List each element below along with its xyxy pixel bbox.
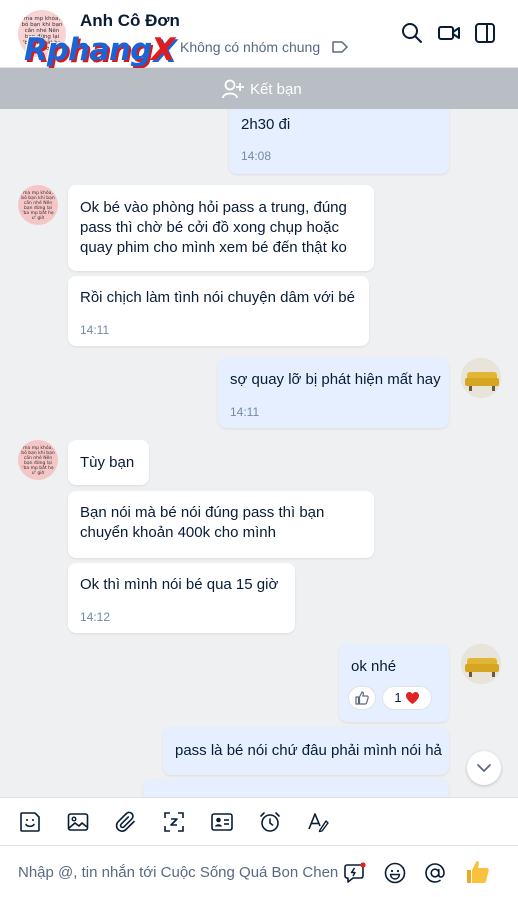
- message-text: 2h30 đi: [241, 116, 291, 133]
- avatar-text: ma mp khóa, bỏ bạn khi bạn cần nhé Nên b…: [21, 191, 55, 221]
- screenshot-icon[interactable]: [162, 810, 186, 834]
- sofa-image: [461, 358, 501, 398]
- attachment-icon[interactable]: [114, 810, 138, 834]
- message-input[interactable]: [18, 856, 338, 888]
- message-bubble-outgoing[interactable]: 2h30 đi 14:08: [229, 109, 449, 174]
- message-text: Tùy bạn: [80, 454, 135, 471]
- search-icon[interactable]: [401, 22, 423, 44]
- message-text: sợ quay lỡ bị phát hiện mất hay: [230, 371, 441, 388]
- chevron-down-icon: [477, 764, 491, 772]
- alarm-reminder-icon[interactable]: [258, 810, 282, 834]
- chat-header: ma mp khóa, bỏ bạn khi bạn cần nhé Nên b…: [0, 0, 518, 68]
- sidebar-toggle-icon[interactable]: [474, 22, 496, 44]
- message-text: pass là bé nói chứ đâu phải mình nói hả: [175, 742, 442, 759]
- contact-card-icon[interactable]: [210, 810, 234, 834]
- thumbs-up-outline-icon: [355, 691, 369, 705]
- message-bubble-incoming[interactable]: Ok thì mình nói bé qua 15 giờ 14:12: [68, 563, 295, 633]
- message-bubble-outgoing[interactable]: sợ quay lỡ bị phát hiện mất hay 14:11: [218, 358, 449, 428]
- reaction-count-badge[interactable]: 1: [382, 686, 432, 710]
- reaction-count: 1: [394, 690, 402, 705]
- thumbs-up-send-icon[interactable]: [465, 859, 491, 885]
- add-user-icon: [222, 79, 244, 99]
- text-format-icon[interactable]: [306, 810, 330, 834]
- message-list[interactable]: 2h30 đi 14:08 ma mp khóa, bỏ bạn khi bạn…: [0, 109, 518, 797]
- video-call-icon[interactable]: [438, 22, 460, 44]
- message-bubble-incoming[interactable]: Bạn nói mà bé nói đúng pass thì bạn chuy…: [68, 491, 374, 558]
- emoji-icon[interactable]: [383, 861, 407, 885]
- message-bubble-incoming[interactable]: Ok bé vào phòng hỏi pass a trung, đúng p…: [68, 185, 374, 271]
- watermark-x: X: [151, 32, 175, 68]
- tag-icon[interactable]: [332, 41, 348, 53]
- mention-icon[interactable]: [423, 861, 447, 885]
- add-friend-label: Kết bạn: [250, 80, 302, 98]
- message-bubble-incoming[interactable]: Tùy bạn: [68, 440, 149, 485]
- message-text: Ok bé vào phòng hỏi pass a trung, đúng p…: [80, 199, 347, 256]
- add-friend-button[interactable]: Kết bạn: [222, 78, 302, 100]
- contact-name[interactable]: Anh Cô Đơn: [80, 11, 180, 31]
- message-text: Bạn nói mà bé nói đúng pass thì bạn chuy…: [80, 504, 325, 541]
- watermark-text: Rphang: [24, 32, 152, 68]
- message-text: Ok thì mình nói bé qua 15 giờ: [80, 576, 279, 593]
- heart-icon: [405, 692, 419, 704]
- message-text: ok nhé: [351, 658, 397, 675]
- message-text: Rồi chịch làm tình nói chuyện dâm với bé: [80, 289, 355, 306]
- message-input-area: [0, 845, 518, 897]
- add-friend-bar: Kết bạn: [0, 68, 518, 109]
- contact-avatar-small[interactable]: ma mp khóa, bỏ bạn khi bạn cần nhé Nên b…: [18, 185, 58, 225]
- sticker-icon[interactable]: [18, 810, 42, 834]
- avatar-text: ma mp khóa, bỏ bạn khi bạn cần nhé Nên b…: [21, 446, 55, 476]
- composer-toolbar: [0, 797, 518, 845]
- message-bubble-outgoing-partial[interactable]: [143, 779, 449, 797]
- sofa-image: [461, 644, 501, 684]
- message-bubble-outgoing[interactable]: pass là bé nói chứ đâu phải mình nói hả: [163, 727, 449, 775]
- scroll-to-bottom-button[interactable]: [467, 751, 501, 785]
- react-button[interactable]: [348, 686, 376, 710]
- message-time: 14:11: [80, 323, 110, 337]
- watermark-logo: RphangX: [24, 32, 175, 68]
- image-icon[interactable]: [66, 810, 90, 834]
- message-bubble-outgoing[interactable]: ok nhé 1: [339, 644, 449, 722]
- message-time: 14:11: [230, 405, 260, 419]
- my-avatar[interactable]: [461, 358, 501, 398]
- message-bubble-incoming[interactable]: Rồi chịch làm tình nói chuyện dâm với bé…: [68, 276, 369, 346]
- my-avatar[interactable]: [461, 644, 501, 684]
- contact-avatar-small[interactable]: ma mp khóa, bỏ bạn khi bạn cần nhé Nên b…: [18, 440, 58, 480]
- message-time: 14:12: [80, 610, 111, 624]
- message-time: 14:08: [241, 149, 272, 163]
- quick-message-icon[interactable]: [343, 861, 367, 885]
- common-groups-label[interactable]: Không có nhóm chung: [180, 39, 320, 55]
